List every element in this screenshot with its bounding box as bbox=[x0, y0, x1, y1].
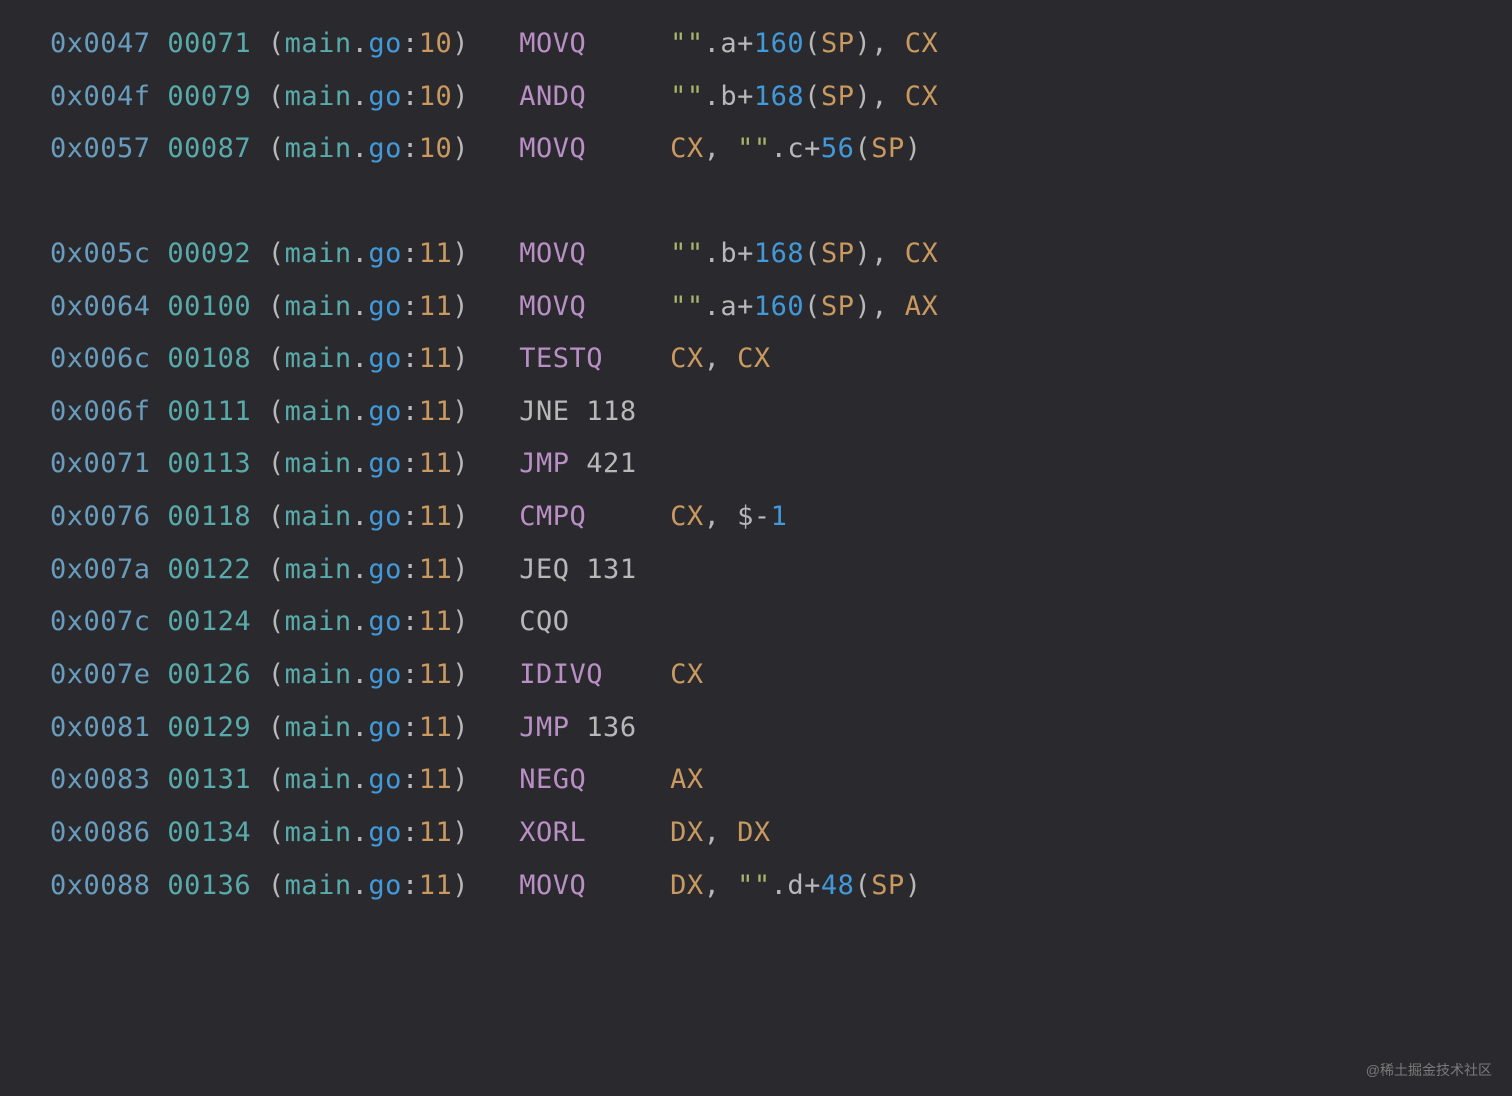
asm-line: 0x0076 00118 (main.go:11) CMPQ CX, $-1 bbox=[50, 491, 1462, 544]
asm-line: 0x007c 00124 (main.go:11) CQO bbox=[50, 596, 1462, 649]
asm-line: 0x004f 00079 (main.go:10) ANDQ "".b+168(… bbox=[50, 71, 1462, 124]
asm-line: 0x006f 00111 (main.go:11) JNE 118 bbox=[50, 386, 1462, 439]
blank-line bbox=[50, 176, 1462, 228]
asm-line: 0x0057 00087 (main.go:10) MOVQ CX, "".c+… bbox=[50, 123, 1462, 176]
asm-line: 0x007a 00122 (main.go:11) JEQ 131 bbox=[50, 544, 1462, 597]
watermark-text: @稀土掘金技术社区 bbox=[1366, 1057, 1492, 1084]
assembly-listing: 0x0047 00071 (main.go:10) MOVQ "".a+160(… bbox=[50, 18, 1462, 912]
asm-line: 0x007e 00126 (main.go:11) IDIVQ CX bbox=[50, 649, 1462, 702]
asm-line: 0x0047 00071 (main.go:10) MOVQ "".a+160(… bbox=[50, 18, 1462, 71]
asm-line: 0x006c 00108 (main.go:11) TESTQ CX, CX bbox=[50, 333, 1462, 386]
asm-line: 0x005c 00092 (main.go:11) MOVQ "".b+168(… bbox=[50, 228, 1462, 281]
asm-line: 0x0083 00131 (main.go:11) NEGQ AX bbox=[50, 754, 1462, 807]
asm-line: 0x0088 00136 (main.go:11) MOVQ DX, "".d+… bbox=[50, 860, 1462, 913]
asm-line: 0x0064 00100 (main.go:11) MOVQ "".a+160(… bbox=[50, 281, 1462, 334]
asm-line: 0x0071 00113 (main.go:11) JMP 421 bbox=[50, 438, 1462, 491]
asm-line: 0x0086 00134 (main.go:11) XORL DX, DX bbox=[50, 807, 1462, 860]
asm-line: 0x0081 00129 (main.go:11) JMP 136 bbox=[50, 702, 1462, 755]
